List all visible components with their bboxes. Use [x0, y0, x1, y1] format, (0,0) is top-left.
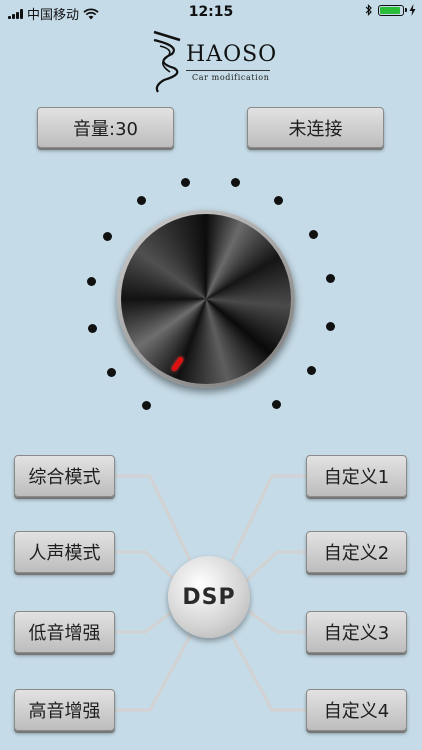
custom-button-4[interactable]: 自定义4	[306, 689, 407, 731]
scale-dot	[273, 195, 283, 205]
scale-dot	[308, 229, 318, 239]
brand-logo: HAOSO Car modification	[150, 28, 280, 94]
mode-button-comprehensive[interactable]: 综合模式	[14, 455, 115, 497]
knob-indicator	[170, 356, 185, 372]
scale-dot	[106, 367, 116, 377]
brand-mark-icon	[153, 30, 181, 93]
scale-dot	[86, 276, 96, 286]
mode-button-bass-boost[interactable]: 低音增强	[14, 611, 115, 653]
status-bar: 中国移动 12:15	[0, 0, 422, 26]
scale-dot	[87, 323, 97, 333]
brand-divider	[186, 70, 270, 71]
scale-dot	[325, 321, 335, 331]
scale-dot	[230, 177, 240, 187]
brand-tagline: Car modification	[192, 73, 270, 82]
custom-button-2[interactable]: 自定义2	[306, 531, 407, 573]
volume-button[interactable]: 音量:30	[37, 107, 174, 148]
battery-fill	[380, 6, 400, 14]
custom-button-1[interactable]: 自定义1	[306, 455, 407, 497]
scale-dot	[271, 399, 281, 409]
brand-name: HAOSO	[186, 42, 278, 67]
scale-dot	[325, 273, 335, 283]
bluetooth-icon	[365, 4, 372, 16]
volume-knob-area	[0, 165, 422, 425]
status-right	[365, 4, 416, 16]
volume-knob-face	[121, 214, 291, 384]
scale-dot	[136, 195, 146, 205]
battery-icon	[378, 4, 407, 16]
scale-dot	[102, 231, 112, 241]
status-time: 12:15	[188, 4, 234, 20]
connection-button[interactable]: 未连接	[247, 107, 384, 148]
dsp-button[interactable]: DSP	[168, 556, 250, 638]
mode-button-vocal[interactable]: 人声模式	[14, 531, 115, 573]
scale-dot	[306, 365, 316, 375]
scale-dot	[141, 400, 151, 410]
volume-knob[interactable]	[117, 210, 295, 388]
custom-button-3[interactable]: 自定义3	[306, 611, 407, 653]
mode-button-treble-boost[interactable]: 高音增强	[14, 689, 115, 731]
charging-icon	[409, 4, 416, 16]
scale-dot	[180, 177, 190, 187]
